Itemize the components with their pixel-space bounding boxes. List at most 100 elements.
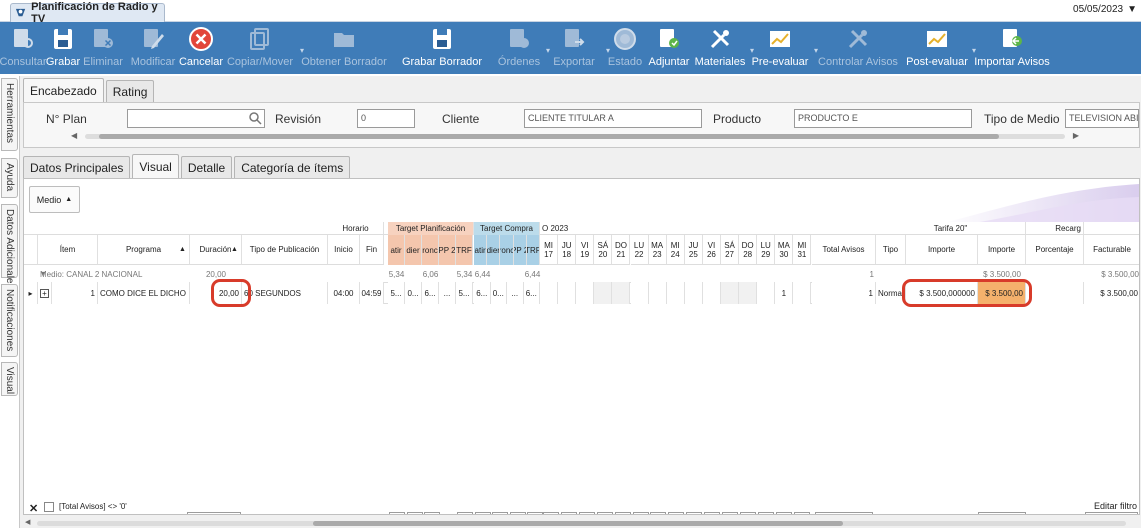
row-inicio[interactable]: 04:00 [328,282,360,304]
cancelar-button[interactable]: Cancelar [179,22,223,74]
col-target-plan-3[interactable]: PP 2 [439,235,456,265]
row-day-18[interactable] [558,282,577,304]
row-tp-0[interactable]: 5... [388,282,405,304]
col-item[interactable]: Ítem [38,235,98,265]
sort-asc-icon[interactable]: ▲ [231,246,238,253]
col-target-compra-1[interactable]: dier [487,235,501,265]
col-programa[interactable]: Programa [98,235,190,265]
col-facturable[interactable]: Facturable [1084,235,1139,265]
col-target-plan-4[interactable]: TRF [456,235,473,265]
col-fin[interactable]: Fin [360,235,384,265]
sidetab-datos-adicionales[interactable]: Datos Adicionales [1,204,18,289]
tab-datos-principales[interactable]: Datos Principales [23,156,131,178]
col-day-27[interactable]: SÁ 27 [721,235,740,265]
consultar-button[interactable]: Consultar [0,22,47,74]
col-day-26[interactable]: VI 26 [702,235,721,265]
menu-dropdown-icon[interactable]: ▼ [1127,4,1137,15]
pre-evaluar-button[interactable]: Pre-evaluar ▾ [748,22,818,74]
clear-filter-icon[interactable]: ✕ [29,502,38,515]
row-tp-3[interactable]: ... [439,282,456,304]
grabar-borrador-button[interactable]: Grabar Borrador [390,22,494,74]
row-day-19[interactable] [576,282,595,304]
col-day-29[interactable]: LU 29 [757,235,776,265]
col-importe-2[interactable]: Importe [978,235,1026,265]
col-day-17[interactable]: MI 17 [540,235,559,265]
row-day-20[interactable] [594,282,613,304]
tab-rating[interactable]: Rating [105,80,155,102]
col-day-19[interactable]: VI 19 [576,235,595,265]
medio-groupby-button[interactable]: Medio ▲ [29,186,80,213]
col-inicio[interactable]: Inicio [328,235,360,265]
col-target-plan-2[interactable]: ronc [422,235,439,265]
row-day-22[interactable] [630,282,649,304]
search-icon[interactable] [248,111,262,125]
col-day-25[interactable]: JU 25 [684,235,703,265]
row-day-30[interactable]: 1 [775,282,794,304]
row-tc-2[interactable]: ... [507,282,524,304]
revision-input[interactable]: 0 [357,109,415,128]
materiales-button[interactable]: Materiales ▾ [692,22,754,74]
filter-checkbox[interactable] [44,502,54,512]
row-day-28[interactable] [739,282,758,304]
sidetab-visual[interactable]: Visual [1,362,18,396]
sidetab-ayuda[interactable]: Ayuda [1,158,18,198]
obtener-borrador-button[interactable]: Obtener Borrador [298,22,390,74]
modificar-button[interactable]: Modificar [126,22,180,74]
expand-row-icon[interactable]: + [38,282,52,304]
scroll-left-icon[interactable]: ◀ [71,131,77,140]
col-target-compra-4[interactable]: TRF [526,235,540,265]
eliminar-button[interactable]: Eliminar [80,22,126,74]
col-target-compra-2[interactable]: ronc [500,235,514,265]
col-day-31[interactable]: MI 31 [793,235,812,265]
sidetab-herramientas[interactable]: Herramientas [1,78,18,151]
col-total-avisos[interactable]: Total Avisos [812,235,876,265]
row-tipo-pub[interactable]: 60 SEGUNDOS [242,282,328,304]
producto-input[interactable]: PRODUCTO E [794,109,972,128]
row-tc-1[interactable]: 0... [490,282,507,304]
window-tab[interactable]: Planificación de Radio y TV [10,1,165,25]
col-tipo[interactable]: Tipo [876,235,906,265]
row-day-17[interactable] [540,282,559,304]
plan-input[interactable] [127,109,265,128]
row-day-23[interactable] [648,282,667,304]
controlar-avisos-button[interactable]: Controlar Avisos [812,22,904,74]
row-selector-icon[interactable]: ▸ [24,282,38,304]
grid-scrollbar[interactable]: ◀ [23,519,1140,527]
row-fin[interactable]: 04:59 [360,282,384,304]
col-target-plan-0[interactable]: atir [388,235,405,265]
row-porcentaje[interactable] [1026,282,1084,304]
col-day-18[interactable]: JU 18 [558,235,577,265]
collapse-group-icon[interactable]: ▾ [41,269,45,278]
col-porcentaje[interactable]: Porcentaje [1026,235,1084,265]
exportar-button[interactable]: Exportar ▾ [544,22,610,74]
col-importe[interactable]: Importe [906,235,978,265]
col-day-28[interactable]: DO 28 [739,235,758,265]
copiar-mover-button[interactable]: Copiar/Mover ▾ [222,22,304,74]
row-tp-2[interactable]: 6... [422,282,439,304]
col-target-compra-3[interactable]: PP 2 [513,235,527,265]
row-programa[interactable]: COMO DICE EL DICHO [98,282,190,304]
scroll-right-icon[interactable]: ▶ [1073,131,1079,140]
órdenes-button[interactable]: Órdenes ▾ [494,22,550,74]
row-tp-1[interactable]: 0... [405,282,422,304]
edit-filter-link[interactable]: Editar filtro [1094,501,1137,511]
tipo-medio-input[interactable]: TELEVISION ABI [1065,109,1139,128]
scroll-left-icon[interactable]: ◀ [25,518,30,526]
sort-asc-icon[interactable]: ▲ [179,246,186,253]
adjuntar-button[interactable]: Adjuntar [646,22,692,74]
row-day-24[interactable] [666,282,685,304]
tab-categoria-items[interactable]: Categoría de ítems [234,156,351,178]
col-day-23[interactable]: MA 23 [648,235,667,265]
col-day-21[interactable]: DO 21 [612,235,631,265]
col-day-24[interactable]: MI 24 [666,235,685,265]
row-day-27[interactable] [721,282,740,304]
col-day-30[interactable]: MA 30 [775,235,794,265]
tab-detalle[interactable]: Detalle [180,156,233,178]
row-tc-0[interactable]: 6... [474,282,491,304]
grabar-button[interactable]: Grabar [46,22,80,74]
row-day-25[interactable] [684,282,703,304]
row-day-21[interactable] [612,282,631,304]
row-day-26[interactable] [702,282,721,304]
sidetab-notificaciones[interactable]: Notificaciones [1,284,18,357]
post-evaluar-button[interactable]: Post-evaluar ▾ [904,22,976,74]
